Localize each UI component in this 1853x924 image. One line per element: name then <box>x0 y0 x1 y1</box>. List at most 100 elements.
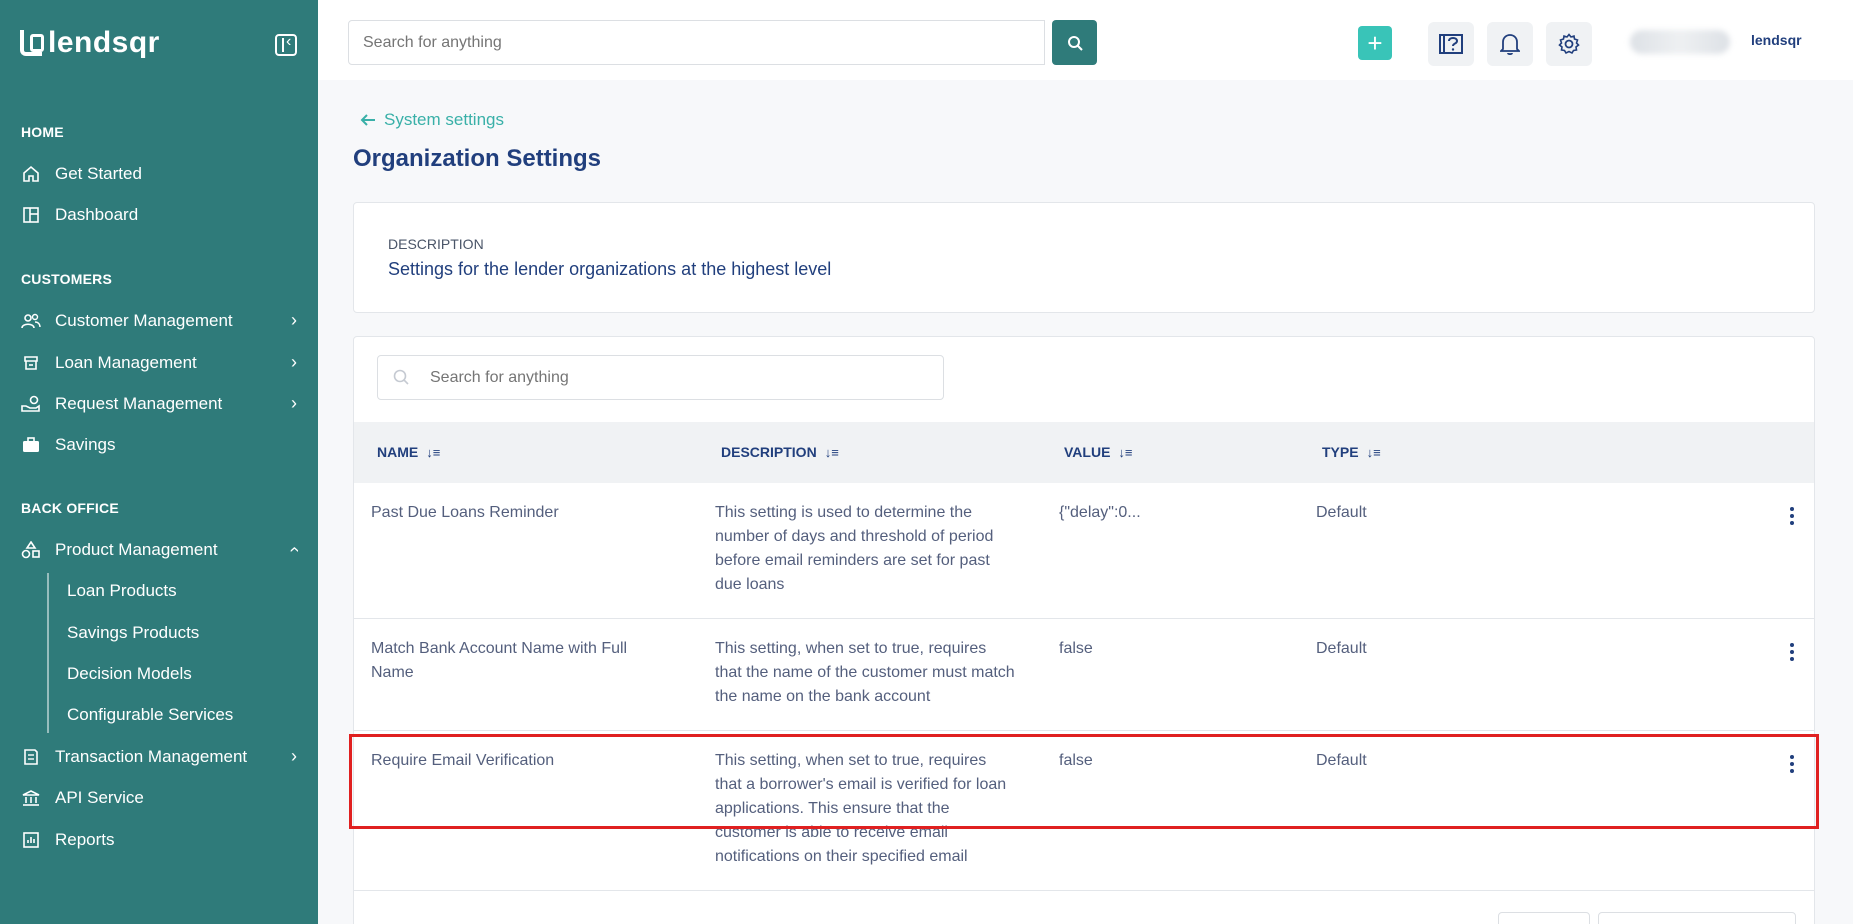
table-row[interactable]: Past Due Loans Reminder This setting is … <box>354 483 1814 619</box>
sidebar-item-label: Product Management <box>55 540 218 559</box>
highlight-box <box>349 734 1819 829</box>
bank-icon <box>21 788 41 808</box>
back-link-label: System settings <box>384 110 504 129</box>
section-title-home: HOME <box>21 124 64 140</box>
settings-button[interactable] <box>1546 22 1592 66</box>
row-actions-icon[interactable] <box>1790 643 1794 664</box>
sort-icon[interactable]: ↓≡ <box>1118 445 1132 460</box>
search-button[interactable] <box>1052 20 1097 65</box>
brand-logo[interactable]: lendsqr <box>20 26 160 60</box>
sidebar-item-label: Dashboard <box>55 205 139 224</box>
table-search[interactable] <box>377 355 944 400</box>
briefcase-icon <box>21 435 41 455</box>
chevron-right-icon: › <box>291 310 297 330</box>
settings-table: NAME ↓≡ DESCRIPTION ↓≡ VALUE ↓≡ TYPE ↓≡ Past… <box>353 336 1815 924</box>
section-title-back-office: BACK OFFICE <box>21 500 119 516</box>
search-icon <box>1067 35 1083 51</box>
sidebar-item-label: Customer Management <box>55 311 233 330</box>
chevron-right-icon: › <box>291 393 297 413</box>
row-actions-icon[interactable] <box>1790 507 1794 528</box>
bell-icon <box>1500 34 1520 55</box>
topbar: + lendsqr <box>318 0 1853 80</box>
cell-value: {"delay":0... <box>1059 504 1141 521</box>
cell-description: This setting is used to determine the nu… <box>715 504 994 593</box>
gear-icon <box>1558 33 1580 55</box>
chevron-right-icon: › <box>291 746 297 766</box>
sidebar-item-label: Reports <box>55 830 115 849</box>
submenu-divider <box>47 573 49 733</box>
sidebar-subitem-configurable-services[interactable]: Configurable Services <box>67 705 233 725</box>
notifications-button[interactable] <box>1487 22 1533 66</box>
pagination[interactable] <box>1598 912 1796 924</box>
page-title: Organization Settings <box>353 145 602 172</box>
table-row[interactable]: Match Bank Account Name with Full Name T… <box>354 619 1814 731</box>
dashboard-icon <box>21 205 41 225</box>
request-icon <box>21 394 41 414</box>
collapse-sidebar-icon[interactable] <box>275 33 297 56</box>
sidebar-subitem-loan-products[interactable]: Loan Products <box>67 581 177 601</box>
sidebar-item-label: Transaction Management <box>55 747 248 766</box>
description-text: Settings for the lender organizations at… <box>388 259 832 279</box>
cell-name: Match Bank Account Name with Full Name <box>371 640 628 681</box>
sidebar-item-api-service[interactable]: API Service <box>21 783 301 813</box>
arrow-left-icon <box>360 114 375 126</box>
column-label: DESCRIPTION <box>721 444 817 460</box>
column-label: TYPE <box>1322 444 1359 460</box>
column-header-type[interactable]: TYPE ↓≡ <box>1322 444 1381 460</box>
sidebar-item-transaction-management[interactable]: Transaction Management › <box>21 742 301 772</box>
sidebar-item-get-started[interactable]: Get Started <box>21 159 301 189</box>
cell-type: Default <box>1316 504 1367 521</box>
table-search-input[interactable] <box>430 356 930 399</box>
column-label: NAME <box>377 444 419 460</box>
brand-name: lendsqr <box>48 26 160 59</box>
sidebar-item-label: Savings <box>55 435 116 454</box>
users-icon <box>21 311 41 331</box>
column-header-value[interactable]: VALUE ↓≡ <box>1064 444 1133 460</box>
sort-icon[interactable]: ↓≡ <box>825 445 839 460</box>
report-icon <box>21 830 41 850</box>
sidebar-item-label: Request Management <box>55 394 223 413</box>
sort-icon[interactable]: ↓≡ <box>1367 445 1381 460</box>
home-icon <box>21 164 41 184</box>
sidebar-item-dashboard[interactable]: Dashboard <box>21 200 301 230</box>
sidebar-item-loan-management[interactable]: Loan Management › <box>21 348 301 378</box>
loan-icon <box>21 353 41 373</box>
sidebar-item-savings[interactable]: Savings <box>21 430 301 460</box>
shapes-icon <box>21 540 41 560</box>
column-header-description[interactable]: DESCRIPTION ↓≡ <box>721 444 839 460</box>
cell-name: Past Due Loans Reminder <box>371 504 559 521</box>
add-button[interactable]: + <box>1358 26 1392 60</box>
sidebar-subitem-decision-models[interactable]: Decision Models <box>67 664 192 684</box>
section-title-customers: CUSTOMERS <box>21 271 112 287</box>
sidebar: lendsqr HOME Get Started Dashboard CUSTO… <box>0 0 318 924</box>
sidebar-item-label: Loan Management <box>55 353 197 372</box>
sidebar-item-product-management[interactable]: Product Management › <box>21 535 304 565</box>
sort-icon[interactable]: ↓≡ <box>426 445 440 460</box>
org-logo: lendsqr <box>1751 32 1802 48</box>
logo-icon <box>20 30 44 56</box>
sidebar-item-reports[interactable]: Reports <box>21 825 301 855</box>
sidebar-item-label: API Service <box>55 788 144 807</box>
plus-icon: + <box>1367 27 1383 58</box>
back-link-system-settings[interactable]: System settings <box>360 110 504 130</box>
sidebar-item-request-management[interactable]: Request Management › <box>21 389 301 419</box>
cell-type: Default <box>1316 640 1367 657</box>
transaction-icon <box>21 747 41 767</box>
user-name-redacted[interactable] <box>1630 30 1730 54</box>
cell-description: This setting, when set to true, requires… <box>715 640 1015 705</box>
sidebar-item-label: Get Started <box>55 164 142 183</box>
sidebar-item-customer-management[interactable]: Customer Management › <box>21 306 301 336</box>
help-button[interactable] <box>1428 22 1474 66</box>
page-size-select[interactable] <box>1498 912 1590 924</box>
description-label: DESCRIPTION <box>388 236 484 252</box>
chevron-up-icon: › <box>283 546 304 553</box>
sidebar-subitem-savings-products[interactable]: Savings Products <box>67 623 199 643</box>
description-card: DESCRIPTION Settings for the lender orga… <box>353 202 1815 313</box>
chevron-right-icon: › <box>291 352 297 372</box>
column-label: VALUE <box>1064 444 1111 460</box>
column-header-name[interactable]: NAME ↓≡ <box>377 444 440 460</box>
help-icon <box>1439 34 1463 54</box>
global-search-input[interactable] <box>348 20 1045 65</box>
table-header: NAME ↓≡ DESCRIPTION ↓≡ VALUE ↓≡ TYPE ↓≡ <box>354 422 1814 483</box>
search-icon <box>393 369 409 385</box>
